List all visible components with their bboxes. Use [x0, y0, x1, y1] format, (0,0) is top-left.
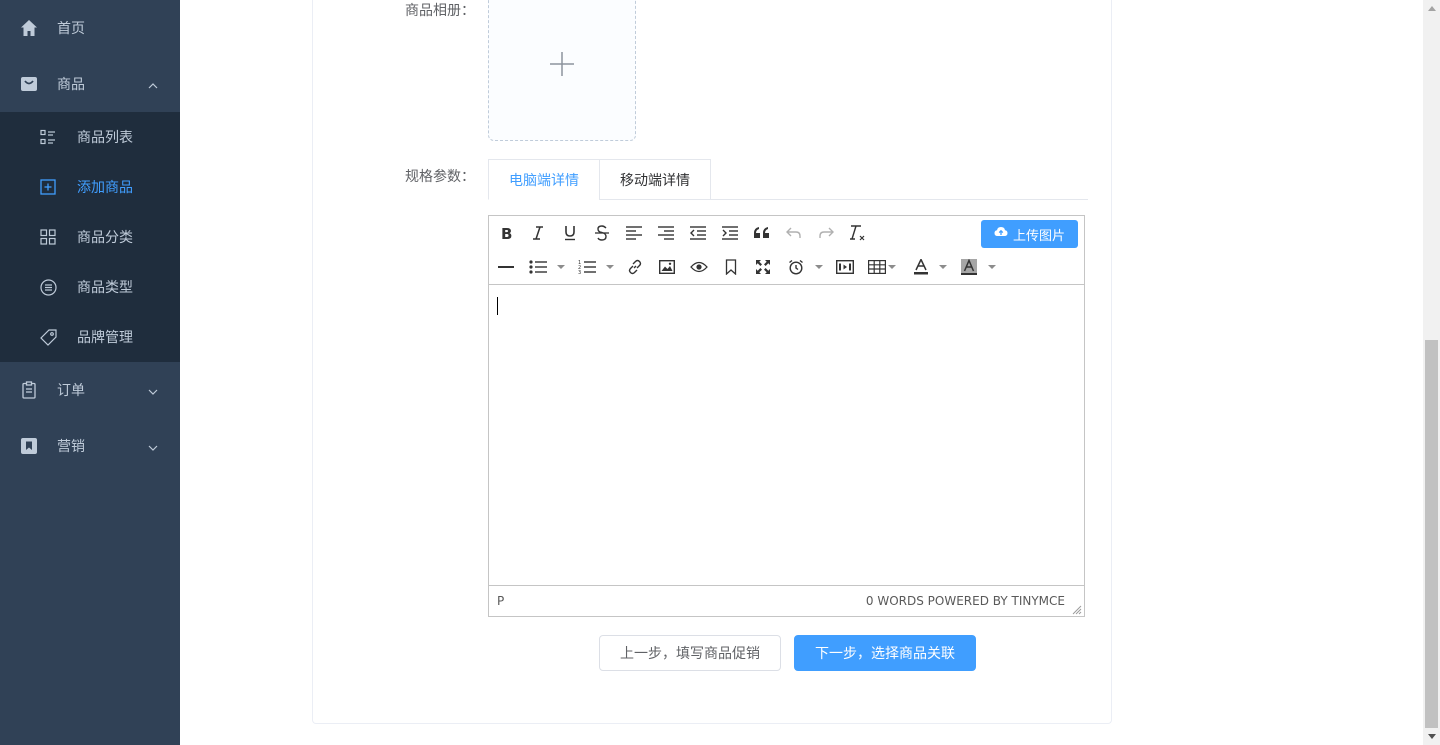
sidebar-item-goods-type[interactable]: 商品类型 [0, 262, 180, 312]
background-color-caret-icon[interactable] [988, 254, 996, 280]
chevron-down-icon [148, 441, 158, 451]
plus-icon [548, 50, 576, 82]
word-count-branding: 0 WORDS POWERED BY TINYMCE [865, 594, 1065, 608]
underline-icon[interactable] [557, 220, 583, 246]
redo-icon[interactable] [813, 220, 839, 246]
goods-submenu: 商品列表 添加商品 商品分类 商品类型 品牌管理 [0, 112, 180, 362]
sidebar-item-goods-category[interactable]: 商品分类 [0, 212, 180, 262]
clear-format-icon[interactable] [845, 220, 871, 246]
upload-image-button[interactable]: 上传图片 [981, 220, 1078, 248]
editor-statusbar: P 0 WORDS POWERED BY TINYMCE [489, 585, 1084, 616]
numbered-list-icon[interactable]: 123 [574, 254, 600, 280]
background-color-icon[interactable] [956, 254, 982, 280]
menu-label-marketing: 营销 [57, 439, 85, 455]
list-circle-icon [39, 278, 57, 296]
preview-icon[interactable] [686, 254, 712, 280]
media-icon[interactable] [832, 254, 858, 280]
fullscreen-icon[interactable] [750, 254, 776, 280]
album-label: 商品相册： [405, 3, 475, 19]
bullet-list-icon[interactable] [525, 254, 551, 280]
list-icon [39, 128, 57, 146]
cloud-upload-icon [994, 226, 1008, 242]
text-color-icon[interactable] [908, 254, 934, 280]
tag-icon [39, 328, 57, 346]
svg-text:3: 3 [578, 270, 581, 275]
add-square-icon [39, 178, 57, 196]
blockquote-icon[interactable] [749, 220, 775, 246]
next-step-button[interactable]: 下一步，选择商品关联 [794, 635, 976, 671]
editor-content-area[interactable] [489, 285, 1084, 585]
menu-label-goods: 商品 [57, 77, 85, 93]
shopping-bag-icon [20, 75, 38, 93]
album-uploader[interactable] [488, 0, 636, 141]
anchor-icon[interactable] [718, 254, 744, 280]
outdent-icon[interactable] [685, 220, 711, 246]
upload-image-label: 上传图片 [1012, 228, 1065, 244]
spec-label: 规格参数： [405, 169, 475, 185]
align-left-icon[interactable] [621, 220, 647, 246]
link-icon[interactable] [622, 254, 648, 280]
sidebar: 首页 商品 商品列表 添加商品 商品分类 商品类型 品牌管理 订单 营销 [0, 0, 180, 745]
sidebar-item-brand[interactable]: 品牌管理 [0, 312, 180, 362]
chevron-up-icon [148, 79, 158, 89]
resize-handle-icon[interactable] [1072, 604, 1082, 615]
horizontal-rule-icon[interactable] [493, 254, 519, 280]
page-scrollbar[interactable] [1423, 0, 1440, 745]
grid-icon [39, 228, 57, 246]
bookmark-icon [20, 437, 38, 455]
table-caret-icon[interactable] [888, 254, 896, 280]
scroll-down-icon[interactable] [1423, 728, 1440, 745]
menu-item-marketing[interactable]: 营销 [0, 418, 180, 474]
editor-toolbar: B 上传图片 1 2 3 [489, 216, 1084, 285]
menu-item-orders[interactable]: 订单 [0, 362, 180, 418]
rich-text-editor: B 上传图片 1 2 3 P 0 WORDS POWERED BY TINYMC… [488, 215, 1085, 617]
clipboard-icon [20, 381, 38, 399]
detail-tabs: 电脑端详情 移动端详情 [488, 159, 1088, 200]
menu-item-goods[interactable]: 商品 [0, 56, 180, 112]
sidebar-item-goods-list[interactable]: 商品列表 [0, 112, 180, 162]
numbered-list-caret-icon[interactable] [606, 254, 614, 280]
menu-item-home[interactable]: 首页 [0, 0, 180, 56]
sidebar-label: 添加商品 [77, 180, 133, 196]
menu-label-home: 首页 [57, 21, 85, 37]
svg-text:B: B [501, 225, 512, 241]
sidebar-label: 品牌管理 [77, 330, 133, 346]
text-color-caret-icon[interactable] [939, 254, 947, 280]
tab-mobile-detail[interactable]: 移动端详情 [599, 159, 711, 200]
align-right-icon[interactable] [653, 220, 679, 246]
datetime-icon[interactable] [783, 254, 809, 280]
undo-icon[interactable] [781, 220, 807, 246]
bold-icon[interactable]: B [493, 220, 519, 246]
strikethrough-icon[interactable] [589, 220, 615, 246]
menu-label-orders: 订单 [57, 383, 85, 399]
prev-step-button[interactable]: 上一步，填写商品促销 [599, 635, 781, 671]
sidebar-item-add-goods[interactable]: 添加商品 [0, 162, 180, 212]
sidebar-label: 商品分类 [77, 230, 133, 246]
bullet-list-caret-icon[interactable] [557, 254, 565, 280]
sidebar-label: 商品类型 [77, 280, 133, 296]
scrollbar-thumb[interactable] [1425, 340, 1438, 728]
chevron-down-icon [148, 385, 158, 395]
text-cursor [497, 297, 498, 315]
element-path[interactable]: P [497, 594, 504, 608]
datetime-caret-icon[interactable] [815, 254, 823, 280]
sidebar-label: 商品列表 [77, 130, 133, 146]
tab-pc-detail[interactable]: 电脑端详情 [488, 159, 600, 200]
italic-icon[interactable] [525, 220, 551, 246]
image-icon[interactable] [654, 254, 680, 280]
home-icon [20, 19, 38, 37]
table-icon[interactable] [864, 254, 890, 280]
indent-icon[interactable] [717, 220, 743, 246]
scroll-up-icon[interactable] [1423, 0, 1440, 17]
